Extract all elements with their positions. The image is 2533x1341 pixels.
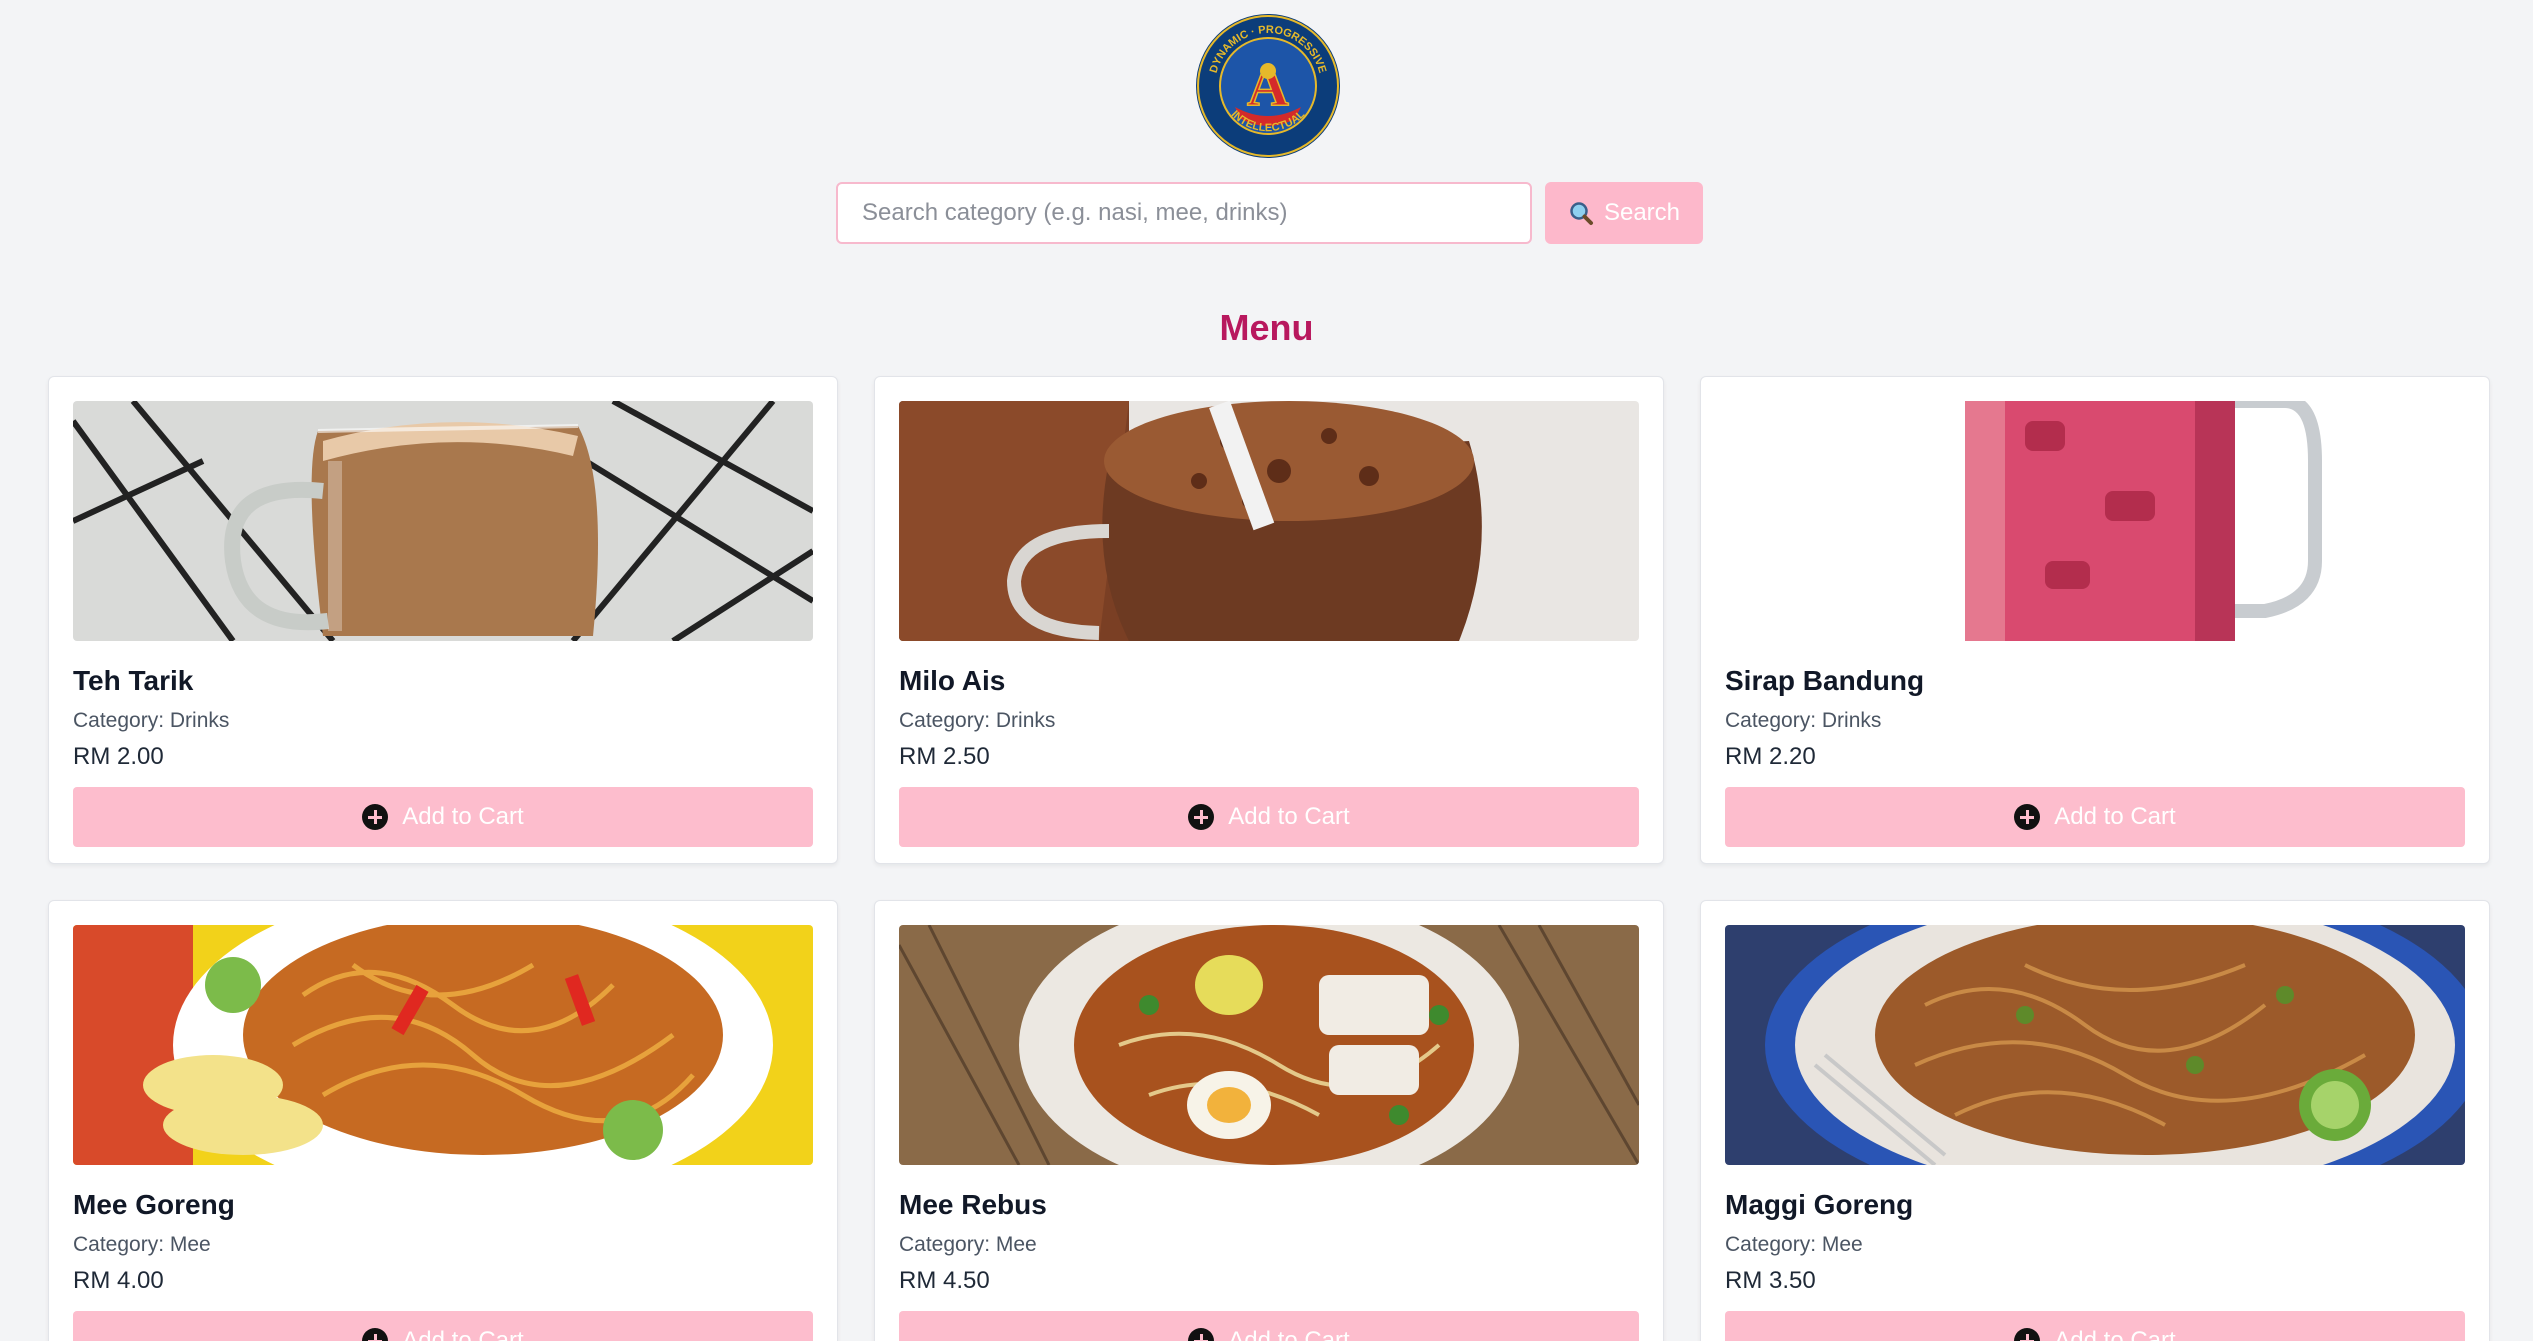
add-to-cart-label: Add to Cart	[2054, 1327, 2176, 1341]
school-logo: A DYNAMIC · PROGRESSIVE INTELLECTUAL	[1195, 13, 1341, 159]
add-to-cart-label: Add to Cart	[402, 1327, 524, 1341]
add-to-cart-button[interactable]: Add to Cart	[1725, 1311, 2465, 1341]
item-price: RM 2.50	[899, 743, 990, 770]
mee-rebus-image	[899, 925, 1639, 1165]
item-price: RM 3.50	[1725, 1267, 1816, 1294]
item-category: Category: Mee	[1725, 1233, 1863, 1256]
menu-card: Mee Rebus Category: Mee RM 4.50 Add to C…	[874, 900, 1664, 1341]
menu-title: Menu	[1219, 307, 1314, 348]
menu-card: Milo Ais Category: Drinks RM 2.50 Add to…	[874, 376, 1664, 864]
menu-card: Teh Tarik Category: Drinks RM 2.00 Add t…	[48, 376, 838, 864]
item-price: RM 4.50	[899, 1267, 990, 1294]
logo-emblem-icon: A DYNAMIC · PROGRESSIVE INTELLECTUAL	[1196, 14, 1340, 158]
add-to-cart-button[interactable]: Add to Cart	[899, 787, 1639, 847]
plus-circle-icon	[362, 1328, 389, 1341]
item-name: Maggi Goreng	[1725, 1189, 1914, 1220]
plus-circle-icon	[2014, 804, 2041, 830]
item-category: Category: Mee	[73, 1233, 211, 1256]
menu-grid: Teh Tarik Category: Drinks RM 2.00 Add t…	[48, 376, 2490, 1341]
item-name: Mee Goreng	[73, 1189, 235, 1220]
add-to-cart-button[interactable]: Add to Cart	[73, 787, 813, 847]
item-category: Category: Mee	[899, 1233, 1037, 1256]
item-name: Mee Rebus	[899, 1189, 1047, 1220]
search-bar: Search	[836, 182, 1703, 244]
menu-page: A DYNAMIC · PROGRESSIVE INTELLECTUAL Sea…	[0, 0, 2533, 1341]
item-name: Teh Tarik	[73, 665, 194, 696]
item-price: RM 2.00	[73, 743, 164, 770]
menu-card: Mee Goreng Category: Mee RM 4.00 Add to …	[48, 900, 838, 1341]
menu-card: Sirap Bandung Category: Drinks RM 2.20 A…	[1700, 376, 2490, 864]
item-name: Sirap Bandung	[1725, 665, 1925, 696]
mee-goreng-image	[73, 925, 813, 1165]
item-category: Category: Drinks	[899, 709, 1056, 732]
plus-circle-icon	[362, 804, 389, 830]
add-to-cart-label: Add to Cart	[1228, 1327, 1350, 1341]
add-to-cart-label: Add to Cart	[402, 803, 524, 830]
add-to-cart-label: Add to Cart	[1228, 803, 1350, 830]
add-to-cart-button[interactable]: Add to Cart	[1725, 787, 2465, 847]
add-to-cart-button[interactable]: Add to Cart	[73, 1311, 813, 1341]
plus-circle-icon	[1188, 1328, 1215, 1341]
svg-text:A: A	[1247, 53, 1289, 118]
sirap-bandung-image	[1725, 401, 2465, 641]
item-price: RM 2.20	[1725, 743, 1816, 770]
milo-ais-image	[899, 401, 1639, 641]
maggi-goreng-image	[1725, 925, 2465, 1165]
search-input[interactable]	[836, 182, 1532, 244]
item-price: RM 4.00	[73, 1267, 164, 1294]
plus-circle-icon	[1188, 804, 1215, 830]
item-name: Milo Ais	[899, 665, 1006, 696]
search-button-label: Search	[1603, 199, 1681, 226]
add-to-cart-label: Add to Cart	[2054, 803, 2176, 830]
search-button[interactable]: Search	[1545, 182, 1703, 244]
menu-card: Maggi Goreng Category: Mee RM 3.50 Add t…	[1700, 900, 2490, 1341]
add-to-cart-button[interactable]: Add to Cart	[899, 1311, 1639, 1341]
item-category: Category: Drinks	[1725, 709, 1882, 732]
magnifier-icon	[1568, 200, 1594, 226]
teh-tarik-image	[73, 401, 813, 641]
plus-circle-icon	[2014, 1328, 2041, 1341]
item-category: Category: Drinks	[73, 709, 230, 732]
